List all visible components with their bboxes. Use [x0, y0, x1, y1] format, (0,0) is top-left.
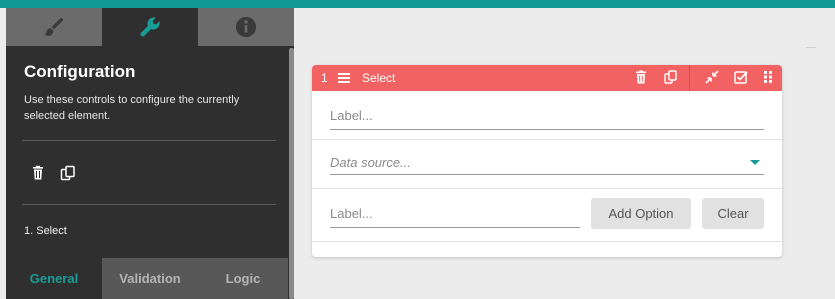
element-tools	[30, 165, 76, 181]
data-source-row: Data source...	[312, 140, 782, 189]
canvas-divider	[806, 47, 816, 48]
add-option-button[interactable]: Add Option	[591, 198, 691, 229]
tab-validation[interactable]: Validation	[102, 258, 198, 299]
panel-tabs	[6, 8, 294, 46]
tab-general[interactable]: General	[6, 258, 102, 299]
data-source-placeholder: Data source...	[330, 155, 411, 170]
tab-logic[interactable]: Logic	[198, 258, 288, 299]
panel-title: Configuration	[24, 62, 136, 81]
divider	[22, 204, 276, 205]
label-input[interactable]	[330, 105, 764, 130]
element-breadcrumb: 1. Select	[24, 225, 67, 237]
copy-icon[interactable]	[664, 70, 678, 84]
tab-configuration[interactable]	[102, 8, 198, 46]
drag-handle-icon[interactable]	[761, 70, 775, 84]
trash-icon[interactable]	[30, 165, 46, 181]
panel-description: Use these controls to configure the curr…	[24, 94, 240, 122]
option-label-input[interactable]	[330, 203, 580, 228]
menu-icon	[338, 72, 350, 84]
divider	[22, 140, 276, 141]
clear-button[interactable]: Clear	[702, 198, 764, 229]
chevron-down-icon	[750, 160, 760, 165]
element-number: 1	[321, 71, 328, 85]
config-subtabs: General Validation Logic	[6, 258, 288, 299]
label-row	[312, 91, 782, 140]
top-accent-bar	[0, 0, 835, 8]
element-type: Select	[362, 71, 396, 85]
checkbox-icon[interactable]	[734, 70, 748, 84]
tab-info[interactable]	[198, 8, 294, 46]
select-element-card[interactable]: 1 Select Data source... Add Op	[312, 65, 782, 257]
brush-icon	[43, 16, 65, 38]
option-row: Add Option Clear	[312, 189, 782, 242]
tab-style[interactable]	[6, 8, 102, 46]
trash-icon[interactable]	[634, 70, 648, 84]
header-divider	[689, 65, 690, 91]
copy-icon[interactable]	[60, 165, 76, 181]
configuration-panel: Configuration Use these controls to conf…	[6, 8, 294, 299]
info-icon	[235, 16, 257, 38]
collapse-icon[interactable]	[705, 70, 719, 84]
element-header[interactable]: 1 Select	[312, 65, 782, 91]
data-source-select[interactable]: Data source...	[330, 152, 764, 175]
wrench-icon	[139, 16, 161, 38]
